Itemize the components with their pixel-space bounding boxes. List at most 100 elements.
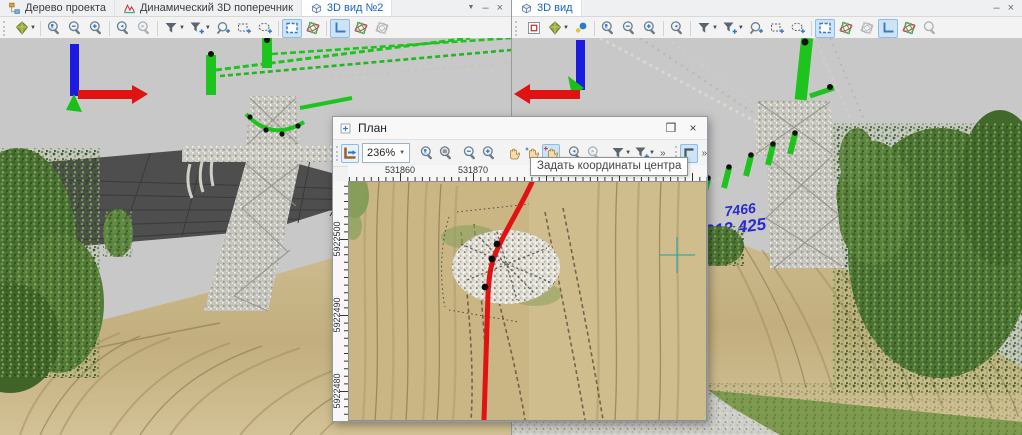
zoom-out-icon xyxy=(67,20,83,36)
zoom-previous-icon xyxy=(115,20,131,36)
right-3d-toolbar: ▼ ▼ ▼ xyxy=(512,17,1022,40)
filter-button[interactable] xyxy=(694,19,714,38)
viewport-settings-button[interactable] xyxy=(524,19,544,38)
dropdown-caret-icon[interactable]: ▼ xyxy=(563,25,569,31)
select-rectangle-button[interactable] xyxy=(767,19,787,38)
frame-icon xyxy=(284,20,300,36)
zoom-out-button[interactable] xyxy=(461,144,479,163)
zoom-in-button[interactable] xyxy=(480,144,498,163)
toolbar-grip[interactable] xyxy=(3,21,9,36)
filter-add-button[interactable] xyxy=(720,19,740,38)
tab-project-tree[interactable]: Дерево проекта xyxy=(0,0,115,16)
dropdown-caret-icon[interactable]: ▼ xyxy=(30,25,36,31)
filter-funnel-icon xyxy=(163,20,179,36)
tab-label: 3D вид №2 xyxy=(327,2,384,14)
dropdown-caret-icon[interactable]: ▼ xyxy=(649,150,655,156)
pan-button[interactable] xyxy=(504,144,522,163)
axes-icon xyxy=(332,20,348,36)
tab-label: Динамический 3D поперечник xyxy=(140,2,293,14)
zoom-in-icon xyxy=(481,145,497,161)
left-3d-toolbar: ▼ ▼ ▼ xyxy=(0,17,511,40)
panel-menu-button[interactable]: ▼ xyxy=(468,1,475,15)
zoom-in-button[interactable] xyxy=(640,19,660,38)
tab-3d-view-2[interactable]: 3D вид №2 xyxy=(302,0,393,16)
filter-button[interactable] xyxy=(161,19,181,38)
zoom-in-button[interactable] xyxy=(86,19,106,38)
rotate-sphere-icon xyxy=(901,20,917,36)
toolbar-grip[interactable] xyxy=(515,21,521,36)
plan-close-button[interactable]: × xyxy=(685,121,701,135)
right-title-bar: 3D вид – × xyxy=(512,0,1022,17)
zoom-free-button[interactable] xyxy=(920,19,940,38)
zoom-selected-icon xyxy=(46,20,62,36)
zoom-selected-button[interactable] xyxy=(44,19,64,38)
plan-window-title: План xyxy=(358,121,657,135)
dropdown-caret-icon[interactable]: ▼ xyxy=(712,25,718,31)
select-polygon-button[interactable] xyxy=(788,19,808,38)
point-marker-icon xyxy=(573,20,589,36)
plan-ruler-vertical: 5922500 5922490 5922480 xyxy=(333,181,348,421)
application-window: Дерево проекта Динамический 3D поперечни… xyxy=(0,0,1022,435)
select-by-zoom-button[interactable] xyxy=(213,19,233,38)
tab-label: Дерево проекта xyxy=(25,2,106,14)
combobox-caret-icon[interactable]: ▼ xyxy=(399,150,405,156)
3d-view-icon xyxy=(310,2,323,15)
zoom-previous-button[interactable] xyxy=(667,19,687,38)
view-frame-button[interactable] xyxy=(282,19,302,38)
scale-ruler-icon xyxy=(342,145,358,161)
orient-view-button[interactable] xyxy=(545,19,565,38)
orient-view-button[interactable] xyxy=(12,19,32,38)
zoom-out-icon xyxy=(462,145,478,161)
toolbar-overflow-button[interactable]: » xyxy=(699,148,711,159)
scale-tool-button[interactable] xyxy=(341,144,359,163)
filter-add-icon xyxy=(722,20,738,36)
toolbar-grip[interactable] xyxy=(336,146,338,161)
zoom-level-value: 236% xyxy=(367,147,395,159)
right-panel-controls: – × xyxy=(985,0,1022,16)
zoom-out-button[interactable] xyxy=(619,19,639,38)
zoom-extent-icon xyxy=(438,145,454,161)
rotate-view-button[interactable] xyxy=(351,19,371,38)
rotate-view-button[interactable] xyxy=(899,19,919,38)
plan-title-bar[interactable]: План ❒ × xyxy=(333,117,707,140)
project-tree-icon xyxy=(8,2,21,15)
rotate-view-disabled-button[interactable] xyxy=(372,19,392,38)
zoom-previous-button[interactable] xyxy=(113,19,133,38)
plan-map-canvas[interactable] xyxy=(348,181,707,421)
panel-minimize-button[interactable]: – xyxy=(482,1,488,15)
plan-maximize-button[interactable]: ❒ xyxy=(663,121,679,135)
zoom-selected-button[interactable] xyxy=(598,19,618,38)
dropdown-caret-icon[interactable]: ▼ xyxy=(179,25,185,31)
select-polygon-button[interactable] xyxy=(255,19,275,38)
navigation-diamond-icon xyxy=(547,20,563,36)
select-by-zoom-button[interactable] xyxy=(746,19,766,38)
point-marker-button[interactable] xyxy=(571,19,591,38)
show-axes-button[interactable] xyxy=(878,19,898,38)
panel-minimize-button[interactable]: – xyxy=(993,1,999,15)
orbit-button[interactable] xyxy=(836,19,856,38)
left-panel-controls: ▼ – × xyxy=(460,0,512,16)
view-frame-button[interactable] xyxy=(815,19,835,38)
zoom-out-button[interactable] xyxy=(65,19,85,38)
rectangle-select-icon xyxy=(236,20,252,36)
tab-3d-view[interactable]: 3D вид xyxy=(512,0,582,16)
panel-close-button[interactable]: × xyxy=(1008,1,1014,15)
zoom-out-icon xyxy=(621,20,637,36)
zoom-next-button[interactable] xyxy=(134,19,154,38)
orbit-button[interactable] xyxy=(303,19,323,38)
zoom-level-combobox[interactable]: 236% ▼ xyxy=(362,143,410,163)
dropdown-caret-icon[interactable]: ▼ xyxy=(625,150,631,156)
zoom-extent-button[interactable] xyxy=(437,144,455,163)
plan-window-icon xyxy=(339,122,352,135)
zoom-selected-button[interactable] xyxy=(418,144,436,163)
axes-icon xyxy=(880,20,896,36)
orbit-disabled-button[interactable] xyxy=(857,19,877,38)
dropdown-caret-icon[interactable]: ▼ xyxy=(205,25,211,31)
filter-add-button[interactable] xyxy=(187,19,207,38)
panel-close-button[interactable]: × xyxy=(497,1,503,15)
zoom-in-icon xyxy=(642,20,658,36)
show-axes-button[interactable] xyxy=(330,19,350,38)
select-rectangle-button[interactable] xyxy=(234,19,254,38)
dropdown-caret-icon[interactable]: ▼ xyxy=(738,25,744,31)
tab-dynamic-3d-cross-section[interactable]: Динамический 3D поперечник xyxy=(115,0,302,16)
